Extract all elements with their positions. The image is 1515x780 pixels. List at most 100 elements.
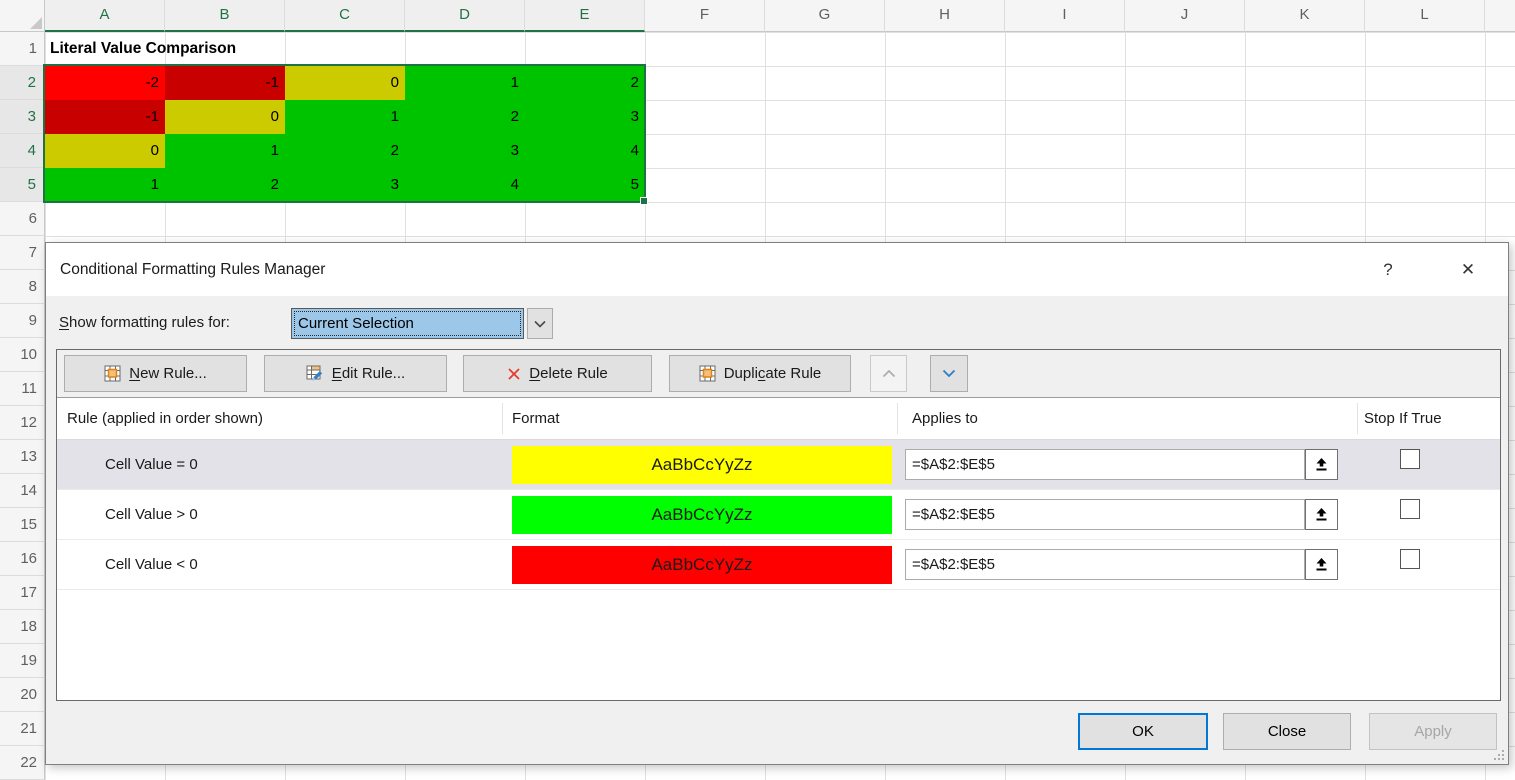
edit-rule-button[interactable]: Edit Rule...	[264, 355, 447, 392]
show-rules-dropdown[interactable]: Current Selection	[291, 308, 553, 339]
collapse-dialog-icon	[1314, 507, 1329, 522]
row-header-1[interactable]: 1	[0, 32, 45, 66]
column-divider	[1357, 403, 1358, 434]
fill-handle[interactable]	[640, 197, 648, 205]
cell-A5[interactable]: 1	[45, 168, 165, 202]
conditional-formatting-rules-manager-dialog: Conditional Formatting Rules Manager ? ✕…	[45, 242, 1509, 765]
cell-D4[interactable]: 3	[405, 134, 525, 168]
duplicate-rule-label: Duplicate Rule	[724, 365, 822, 382]
help-icon[interactable]: ?	[1376, 243, 1400, 296]
header-stop-if-true: Stop If True	[1364, 398, 1442, 440]
cell-B3[interactable]: 0	[165, 100, 285, 134]
rule-row[interactable]: Cell Value = 0 AaBbCcYyZz =$A$2:$E$5	[57, 440, 1500, 490]
collapse-dialog-button[interactable]	[1305, 449, 1338, 480]
cell-E2[interactable]: 2	[525, 66, 645, 100]
column-header-F[interactable]: F	[645, 0, 765, 32]
cell-A2[interactable]: -2	[45, 66, 165, 100]
column-header-J[interactable]: J	[1125, 0, 1245, 32]
show-rules-label: Show formatting rules for:	[59, 296, 230, 349]
column-header-B[interactable]: B	[165, 0, 285, 32]
move-rule-down-button[interactable]	[930, 355, 968, 392]
collapse-dialog-icon	[1314, 457, 1329, 472]
show-rules-selected-value[interactable]: Current Selection	[291, 308, 524, 339]
rule-condition: Cell Value < 0	[105, 540, 198, 590]
column-header-L[interactable]: L	[1365, 0, 1485, 32]
cell-D5[interactable]: 4	[405, 168, 525, 202]
cell-E4[interactable]: 4	[525, 134, 645, 168]
ok-button[interactable]: OK	[1078, 713, 1208, 750]
stop-if-true-checkbox[interactable]	[1400, 449, 1420, 469]
cell-C4[interactable]: 2	[285, 134, 405, 168]
move-rule-up-button[interactable]	[870, 355, 907, 392]
row-header-18[interactable]: 18	[0, 610, 45, 644]
row-header-10[interactable]: 10	[0, 338, 45, 372]
resize-grip[interactable]	[1492, 748, 1505, 761]
row-header-17[interactable]: 17	[0, 576, 45, 610]
edit-rule-label: Edit Rule...	[332, 365, 405, 382]
column-header-partial[interactable]	[1485, 0, 1515, 32]
collapse-dialog-button[interactable]	[1305, 549, 1338, 580]
close-button[interactable]: Close	[1223, 713, 1351, 750]
column-header-row: ABCDEFGHIJKL	[45, 0, 1515, 32]
rule-condition: Cell Value = 0	[105, 440, 198, 490]
cell-D2[interactable]: 1	[405, 66, 525, 100]
column-header-A[interactable]: A	[45, 0, 165, 32]
cell-E5[interactable]: 5	[525, 168, 645, 202]
rule-row[interactable]: Cell Value < 0AaBbCcYyZz=$A$2:$E$5	[57, 540, 1500, 590]
rule-row[interactable]: Cell Value > 0AaBbCcYyZz=$A$2:$E$5	[57, 490, 1500, 540]
column-header-K[interactable]: K	[1245, 0, 1365, 32]
cell-E3[interactable]: 3	[525, 100, 645, 134]
applies-to-input[interactable]: =$A$2:$E$5	[905, 549, 1305, 580]
select-all-corner[interactable]	[0, 0, 45, 32]
row-header-2[interactable]: 2	[0, 66, 45, 100]
cell-B4[interactable]: 1	[165, 134, 285, 168]
cell-B5[interactable]: 2	[165, 168, 285, 202]
collapse-dialog-button[interactable]	[1305, 499, 1338, 530]
row-header-11[interactable]: 11	[0, 372, 45, 406]
column-header-C[interactable]: C	[285, 0, 405, 32]
applies-to-input[interactable]: =$A$2:$E$5	[905, 499, 1305, 530]
row-header-22[interactable]: 22	[0, 746, 45, 780]
apply-button[interactable]: Apply	[1369, 713, 1497, 750]
row-header-13[interactable]: 13	[0, 440, 45, 474]
stop-if-true-checkbox[interactable]	[1400, 499, 1420, 519]
row-header-19[interactable]: 19	[0, 644, 45, 678]
row-header-3[interactable]: 3	[0, 100, 45, 134]
column-header-G[interactable]: G	[765, 0, 885, 32]
row-header-9[interactable]: 9	[0, 304, 45, 338]
row-header-6[interactable]: 6	[0, 202, 45, 236]
row-header-16[interactable]: 16	[0, 542, 45, 576]
column-header-D[interactable]: D	[405, 0, 525, 32]
cell-a1-title[interactable]: Literal Value Comparison	[50, 32, 236, 66]
new-rule-button[interactable]: New Rule...	[64, 355, 247, 392]
duplicate-rule-button[interactable]: Duplicate Rule	[669, 355, 851, 392]
row-header-7[interactable]: 7	[0, 236, 45, 270]
row-header-8[interactable]: 8	[0, 270, 45, 304]
format-preview: AaBbCcYyZz	[512, 446, 892, 484]
row-header-5[interactable]: 5	[0, 168, 45, 202]
cell-B2[interactable]: -1	[165, 66, 285, 100]
dropdown-arrow-button[interactable]	[527, 308, 553, 339]
row-header-15[interactable]: 15	[0, 508, 45, 542]
row-header-14[interactable]: 14	[0, 474, 45, 508]
column-header-E[interactable]: E	[525, 0, 645, 32]
header-rule: Rule (applied in order shown)	[67, 398, 263, 440]
chevron-down-icon	[942, 369, 956, 378]
row-header-21[interactable]: 21	[0, 712, 45, 746]
cell-A4[interactable]: 0	[45, 134, 165, 168]
column-header-H[interactable]: H	[885, 0, 1005, 32]
delete-rule-button[interactable]: Delete Rule	[463, 355, 652, 392]
table-edit-icon	[306, 365, 324, 383]
close-icon[interactable]: ✕	[1454, 243, 1482, 296]
stop-if-true-checkbox[interactable]	[1400, 549, 1420, 569]
cell-C2[interactable]: 0	[285, 66, 405, 100]
cell-C3[interactable]: 1	[285, 100, 405, 134]
row-header-4[interactable]: 4	[0, 134, 45, 168]
column-header-I[interactable]: I	[1005, 0, 1125, 32]
cell-D3[interactable]: 2	[405, 100, 525, 134]
applies-to-input[interactable]: =$A$2:$E$5	[905, 449, 1305, 480]
cell-A3[interactable]: -1	[45, 100, 165, 134]
cell-C5[interactable]: 3	[285, 168, 405, 202]
row-header-20[interactable]: 20	[0, 678, 45, 712]
row-header-12[interactable]: 12	[0, 406, 45, 440]
